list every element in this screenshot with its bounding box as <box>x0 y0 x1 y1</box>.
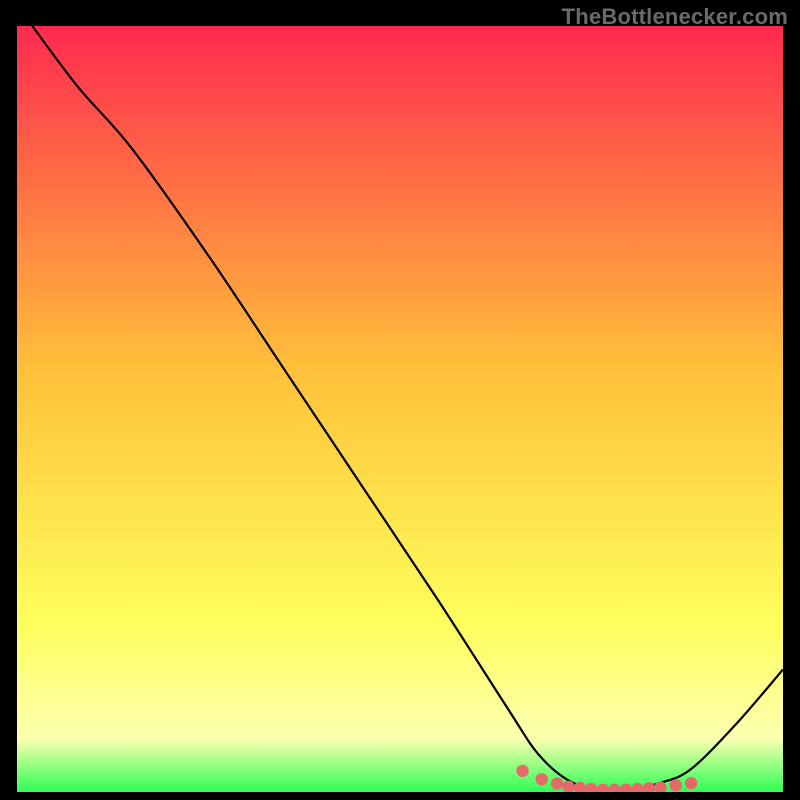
chart-plot-area <box>17 26 783 792</box>
valley-marker <box>551 777 563 789</box>
valley-marker <box>670 779 682 791</box>
watermark-text: TheBottlenecker.com <box>562 4 788 30</box>
chart-svg <box>17 26 783 792</box>
chart-background <box>17 26 783 792</box>
valley-marker <box>685 777 697 789</box>
valley-marker <box>516 765 528 777</box>
valley-marker <box>536 773 548 785</box>
